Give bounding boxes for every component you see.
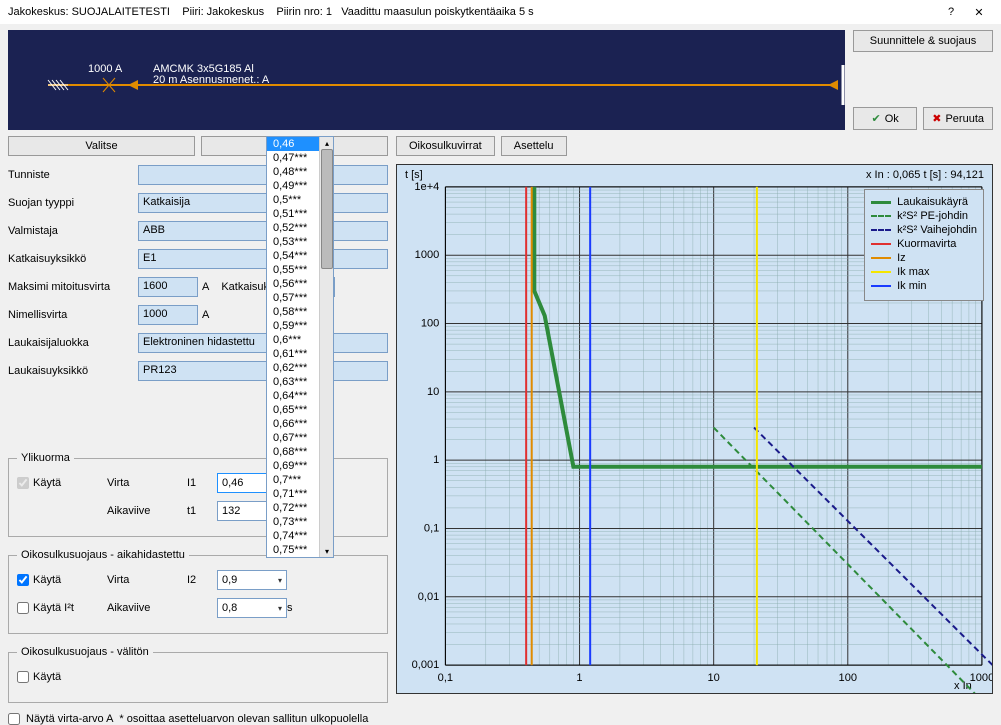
svg-text:10: 10: [427, 386, 439, 398]
legend-item: Laukaisukäyrä: [871, 196, 977, 208]
design-button[interactable]: Suunnittele & suojaus: [853, 30, 993, 52]
trip-curve-chart: t [s] x In : 0,065 t [s] : 94,121 0,1110…: [396, 164, 993, 694]
valmistaja-label: Valmistaja: [8, 225, 138, 237]
titlebar: Jakokeskus: SUOJALAITETESTI Piiri: Jakok…: [0, 0, 1001, 24]
svg-text:0,1: 0,1: [438, 672, 453, 684]
legend-item: k²S² PE-johdin: [871, 210, 977, 222]
katkaisuk-label: Katkaisuk: [221, 281, 269, 293]
dropdown-scrollbar[interactable]: ▴ ▾: [319, 137, 333, 557]
tab-oikosulkuvirrat[interactable]: Oikosulkuvirrat: [396, 136, 495, 156]
ylikuorma-virta-label: Virta: [107, 477, 187, 489]
oikosulku-v-title: Oikosulkusuojaus - välitön: [17, 646, 153, 658]
svg-text:0,01: 0,01: [418, 591, 440, 603]
valmistaja-field[interactable]: ABB: [138, 221, 388, 241]
tyyppi-field[interactable]: Katkaisija: [138, 193, 388, 213]
scroll-down-icon[interactable]: ▾: [321, 545, 333, 557]
cancel-button[interactable]: ✖ Peruuta: [923, 107, 993, 130]
legend-item: Ik max: [871, 266, 977, 278]
maksimi-field[interactable]: 1600: [138, 277, 198, 297]
katkyksikko-field[interactable]: E1: [138, 249, 388, 269]
chart-legend: Laukaisukäyrä k²S² PE-johdin k²S² Vaihejoh…: [864, 189, 984, 301]
laukyksikko-label: Laukaisuyksikkö: [8, 365, 138, 377]
scroll-up-icon[interactable]: ▴: [321, 137, 333, 149]
ylikuorma-kayta-checkbox[interactable]: [17, 477, 29, 489]
oikosulku-h-kayta-checkbox[interactable]: [17, 574, 29, 586]
ok-button[interactable]: ✔ Ok: [853, 107, 917, 130]
chevron-down-icon: ▾: [278, 576, 282, 585]
i2-label: I2: [187, 574, 217, 586]
help-icon[interactable]: ?: [937, 2, 965, 22]
svg-text:100: 100: [839, 672, 858, 684]
nimellis-unit: A: [202, 309, 209, 321]
ylikuorma-title: Ylikuorma: [17, 452, 74, 464]
legend-item: Iz: [871, 252, 977, 264]
svg-text:1: 1: [576, 672, 582, 684]
diagram-cable2: 20 m Asennusmenet.: A: [153, 74, 270, 86]
svg-text:1e+4: 1e+4: [414, 181, 439, 193]
nayta-virta-checkbox[interactable]: [8, 713, 20, 725]
oikosulku-h-i2t-checkbox[interactable]: [17, 602, 29, 614]
t2-combo[interactable]: 0,8▾: [217, 598, 287, 618]
close-icon[interactable]: ✕: [965, 2, 993, 22]
i1-label: I1: [187, 477, 217, 489]
laukluokka-field[interactable]: Elektroninen hidastettu: [138, 333, 388, 353]
x-icon: ✖: [932, 112, 941, 125]
laukluokka-label: Laukaisijaluokka: [8, 337, 138, 349]
check-icon: ✔: [871, 112, 880, 125]
svg-text:100: 100: [421, 318, 440, 330]
svg-text:0,1: 0,1: [424, 523, 439, 535]
nimellis-field[interactable]: 1000: [138, 305, 198, 325]
scroll-thumb[interactable]: [321, 149, 333, 269]
nayta-virta-label: Näytä virta-arvo A: [26, 713, 113, 725]
legend-item: Kuormavirta: [871, 238, 977, 250]
laukyksikko-field[interactable]: PR123: [138, 361, 388, 381]
i1-dropdown-popup[interactable]: 0,460,47***0,48***0,49***0,5***0,51***0,…: [266, 136, 334, 558]
tab-valitse[interactable]: Valitse: [8, 136, 195, 156]
t1-label: t1: [187, 505, 217, 517]
oikosulku-h-title: Oikosulkusuojaus - aikahidastettu: [17, 549, 189, 561]
nimellis-label: Nimellisvirta: [8, 309, 138, 321]
single-line-diagram: 1000 A AMCMK 3x5G185 Al 20 m Asennusmene…: [8, 30, 845, 130]
tyyppi-label: Suojan tyyppi: [8, 197, 138, 209]
svg-text:1: 1: [433, 454, 439, 466]
svg-text:1000: 1000: [970, 672, 992, 684]
i2-combo[interactable]: 0,9▾: [217, 570, 287, 590]
maksimi-label: Maksimi mitoitusvirta: [8, 281, 138, 293]
oikosulku-h-virta-label: Virta: [107, 574, 187, 586]
window-title: Jakokeskus: SUOJALAITETESTI Piiri: Jakok…: [8, 6, 937, 18]
svg-text:0,001: 0,001: [412, 659, 440, 671]
legend-item: k²S² Vaihejohdin: [871, 224, 977, 236]
tunniste-field[interactable]: [138, 165, 388, 185]
oikosulku-v-kayta-checkbox[interactable]: [17, 671, 29, 683]
chevron-down-icon: ▾: [278, 604, 282, 613]
ylikuorma-aika-label: Aikaviive: [107, 505, 187, 517]
tunniste-label: Tunniste: [8, 169, 138, 181]
diagram-current: 1000 A: [88, 63, 123, 75]
tab-asettelu[interactable]: Asettelu: [501, 136, 567, 156]
svg-text:10: 10: [707, 672, 719, 684]
katkyksikko-label: Katkaisuyksikkö: [8, 253, 138, 265]
svg-text:1000: 1000: [415, 249, 440, 261]
legend-item: Ik min: [871, 280, 977, 292]
footnote-note: * osoittaa asetteluarvon olevan sallitun…: [119, 713, 368, 725]
maksimi-unit: A: [202, 281, 209, 293]
oikosulku-h-aika-label: Aikaviive: [107, 602, 187, 614]
